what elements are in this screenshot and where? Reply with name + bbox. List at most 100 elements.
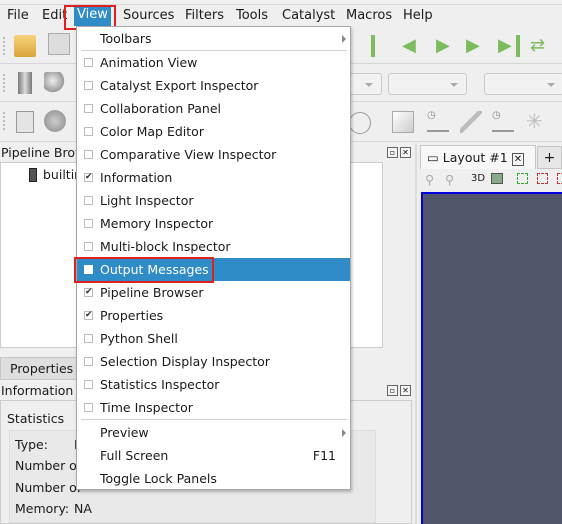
toolbar-grip[interactable] <box>3 74 6 92</box>
shortcut-label: F11 <box>312 448 336 463</box>
checkbox-checked-icon: ✔ <box>84 172 93 182</box>
menu-item-color-map-editor[interactable]: Color Map Editor <box>77 120 350 143</box>
select-points-on-icon[interactable] <box>537 173 548 184</box>
close-panel-icon[interactable]: ✕ <box>400 147 411 158</box>
menu-sources[interactable]: Sources <box>123 8 174 23</box>
information-panel-title: Information <box>1 383 74 398</box>
first-frame-icon[interactable] <box>371 35 393 57</box>
menu-item-label: Pipeline Browser <box>100 285 204 300</box>
menu-item-label: Toggle Lock Panels <box>100 471 217 486</box>
checkbox-unchecked-icon <box>84 58 93 67</box>
menu-item-selection-display-inspector[interactable]: Selection Display Inspector <box>77 350 350 373</box>
menu-item-label: Properties <box>100 308 164 323</box>
menu-macros[interactable]: Macros <box>346 8 392 23</box>
view-toolbar: ⚲ ⚲ 3D <box>420 169 562 191</box>
menu-item-toggle-lock-panels[interactable]: Toggle Lock Panels <box>77 467 350 490</box>
memory-label: Memory: <box>15 501 70 516</box>
type-label: Type: <box>15 437 48 452</box>
checkbox-unchecked-icon <box>84 334 93 343</box>
tab-layout-1[interactable]: ▭ Layout #1 ✕ <box>420 145 536 169</box>
menu-item-label: Multi-block Inspector <box>100 239 231 254</box>
checkbox-unchecked-icon <box>84 357 93 366</box>
menu-item-label: Preview <box>100 425 149 440</box>
last-frame-icon[interactable]: ▶ <box>498 35 520 57</box>
number-of-cells-label: Number of <box>15 458 82 473</box>
plot-selection-over-time-icon[interactable]: ◷ <box>492 110 514 132</box>
annotation-box-output-messages <box>74 257 214 283</box>
menu-item-label: Color Map Editor <box>100 124 204 139</box>
checkbox-unchecked-icon <box>84 403 93 412</box>
menu-filters[interactable]: Filters <box>185 8 224 23</box>
menu-item-label: Statistics Inspector <box>100 377 220 392</box>
zoom-to-data-icon[interactable]: ⚲ <box>445 172 454 187</box>
component-dropdown[interactable] <box>388 73 467 95</box>
menu-item-toolbars[interactable]: Toolbars <box>77 27 350 50</box>
close-tab-icon[interactable]: ✕ <box>511 153 525 166</box>
menu-tools[interactable]: Tools <box>236 8 268 23</box>
checkbox-checked-icon: ✔ <box>84 287 93 297</box>
close-panel-icon[interactable]: ✕ <box>400 385 411 396</box>
menu-item-preview[interactable]: Preview <box>77 421 350 444</box>
menu-item-memory-inspector[interactable]: Memory Inspector <box>77 212 350 235</box>
color-legend-icon[interactable] <box>18 72 32 94</box>
menu-item-multi-block-inspector[interactable]: Multi-block Inspector <box>77 235 350 258</box>
play-icon[interactable]: ▶ <box>436 35 458 57</box>
select-cells-on-icon[interactable] <box>517 173 528 184</box>
open-file-icon[interactable] <box>14 35 36 57</box>
menu-item-python-shell[interactable]: Python Shell <box>77 327 350 350</box>
render-viewport[interactable] <box>421 192 562 524</box>
capture-screenshot-icon[interactable] <box>491 173 503 184</box>
add-layout-tab-button[interactable]: + <box>537 146 562 169</box>
select-cells-icon[interactable] <box>392 111 414 133</box>
menu-catalyst[interactable]: Catalyst <box>282 8 335 23</box>
menu-item-pipeline-browser[interactable]: ✔ Pipeline Browser <box>77 281 350 304</box>
plot-over-line-icon[interactable] <box>460 111 482 133</box>
menu-item-animation-view[interactable]: Animation View <box>77 51 350 74</box>
menu-item-light-inspector[interactable]: Light Inspector <box>77 189 350 212</box>
axes-grid-icon[interactable]: ✳ <box>526 110 548 132</box>
menu-item-label: Memory Inspector <box>100 216 214 231</box>
layout-tab-label: Layout #1 <box>442 150 508 165</box>
plot-over-time-icon[interactable]: ◷ <box>427 110 449 132</box>
menu-item-information[interactable]: ✔ Information <box>77 166 350 189</box>
layout-window-icon: ▭ <box>427 150 439 165</box>
menu-item-time-inspector[interactable]: Time Inspector <box>77 396 350 419</box>
menu-separator <box>81 419 347 420</box>
previous-frame-icon[interactable]: ◀ <box>402 35 424 57</box>
checkbox-unchecked-icon <box>84 127 93 136</box>
menu-item-label: Information <box>100 170 173 185</box>
representation-dropdown[interactable] <box>484 73 562 95</box>
tab-properties[interactable]: Properties <box>0 357 80 380</box>
loop-icon[interactable]: ⇄ <box>530 35 552 57</box>
menu-file[interactable]: File <box>7 8 29 23</box>
select-cells-through-icon[interactable] <box>557 173 562 184</box>
submenu-arrow-icon <box>342 429 346 437</box>
toolbar-grip[interactable] <box>3 112 6 130</box>
menu-item-comparative-view-inspector[interactable]: Comparative View Inspector <box>77 143 350 166</box>
checkbox-unchecked-icon <box>84 380 93 389</box>
checkbox-unchecked-icon <box>84 81 93 90</box>
menu-help[interactable]: Help <box>403 8 433 23</box>
float-panel-icon[interactable]: ▫ <box>387 385 398 396</box>
float-panel-icon[interactable]: ▫ <box>387 147 398 158</box>
splitter[interactable] <box>415 143 417 524</box>
toolbar-grip[interactable] <box>3 37 6 55</box>
menu-item-full-screen[interactable]: Full Screen F11 <box>77 444 350 467</box>
contour-icon[interactable] <box>44 110 66 132</box>
submenu-arrow-icon <box>342 35 346 43</box>
menu-item-statistics-inspector[interactable]: Statistics Inspector <box>77 373 350 396</box>
menu-item-properties[interactable]: ✔ Properties <box>77 304 350 327</box>
show-surface-icon[interactable] <box>44 72 66 94</box>
calculator-icon[interactable] <box>16 111 34 133</box>
menu-item-catalyst-export-inspector[interactable]: Catalyst Export Inspector <box>77 74 350 97</box>
load-state-icon[interactable] <box>48 33 70 55</box>
menu-item-collaboration-panel[interactable]: Collaboration Panel <box>77 97 350 120</box>
checkbox-unchecked-icon <box>84 104 93 113</box>
statistics-heading: Statistics <box>7 411 65 426</box>
reset-camera-icon[interactable]: ⚲ <box>425 172 434 187</box>
mode-3d-button[interactable]: 3D <box>471 173 485 184</box>
glyph-icon[interactable] <box>349 112 371 134</box>
next-frame-icon[interactable]: ▶ <box>466 35 488 57</box>
menu-item-label: Animation View <box>100 55 198 70</box>
menu-item-label: Toolbars <box>100 31 152 46</box>
